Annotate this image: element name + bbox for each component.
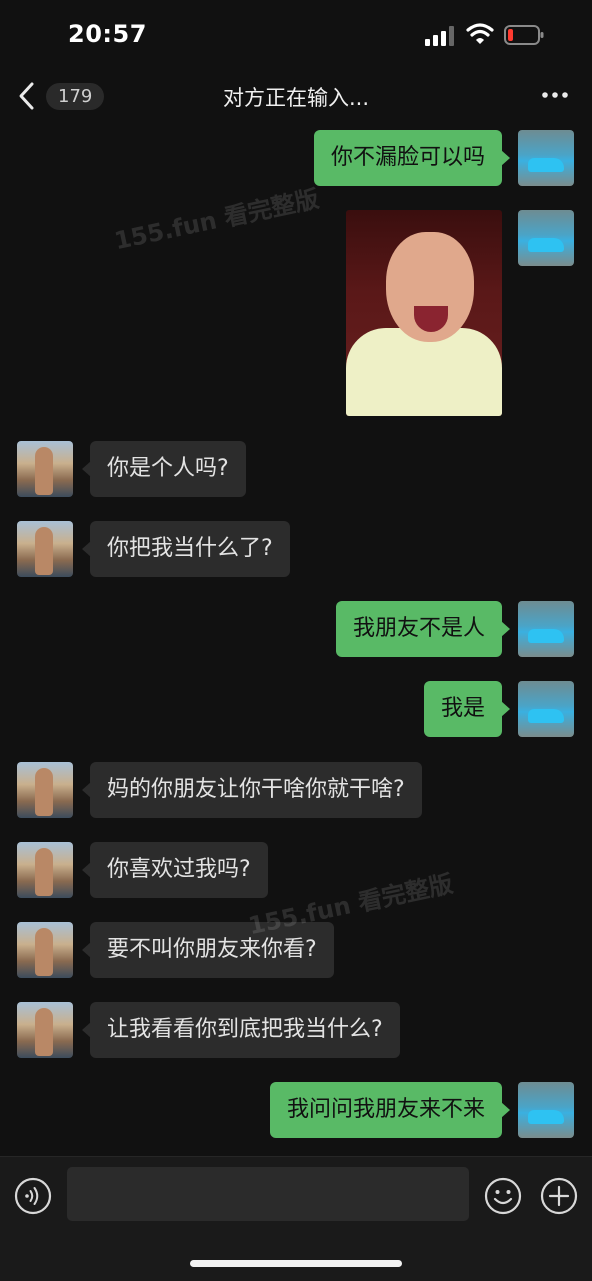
home-indicator[interactable] (190, 1260, 402, 1267)
battery-low-icon (504, 25, 544, 45)
their-message-bubble[interactable]: 让我看看你到底把我当什么? (82, 1002, 400, 1058)
watermark: 155.fun 看完整版 (111, 184, 322, 256)
my-avatar[interactable] (518, 130, 574, 186)
my-avatar[interactable] (518, 1082, 574, 1138)
voice-input-icon[interactable] (14, 1177, 52, 1215)
more-dots-icon[interactable] (540, 83, 570, 107)
cellular-signal-icon (425, 26, 454, 46)
back-button[interactable]: 179 (16, 78, 106, 114)
status-time: 20:57 (68, 20, 147, 48)
my-avatar[interactable] (518, 601, 574, 657)
contact-avatar[interactable] (17, 922, 73, 978)
laughing-baby-sticker[interactable] (346, 210, 502, 416)
chat-header: 179 对方正在输入... (0, 70, 592, 122)
status-bar: 20:57 (0, 0, 592, 70)
unread-count-badge: 179 (46, 82, 105, 110)
chevron-left-icon (19, 82, 34, 110)
contact-avatar[interactable] (17, 842, 73, 898)
plus-circle-icon[interactable] (540, 1177, 578, 1215)
their-message-bubble[interactable]: 你把我当什么了? (82, 521, 290, 577)
contact-avatar[interactable] (17, 1002, 73, 1058)
my-message-bubble[interactable]: 我朋友不是人 (335, 601, 511, 657)
my-message-bubble[interactable]: 我是 (423, 681, 511, 737)
their-message-bubble[interactable]: 你是个人吗? (82, 441, 246, 497)
my-message-bubble[interactable]: 你不漏脸可以吗 (313, 130, 511, 186)
their-message-bubble[interactable]: 妈的你朋友让你干啥你就干啥? (82, 762, 422, 818)
their-message-bubble[interactable]: 你喜欢过我吗? (82, 842, 268, 898)
contact-avatar[interactable] (17, 521, 73, 577)
contact-avatar[interactable] (17, 441, 73, 497)
my-avatar[interactable] (518, 210, 574, 266)
contact-avatar[interactable] (17, 762, 73, 818)
chat-title: 对方正在输入... (222, 86, 370, 110)
watermark: 155.fun 看完整版 (245, 869, 456, 941)
my-avatar[interactable] (518, 681, 574, 737)
my-message-bubble[interactable]: 我问问我朋友来不来 (269, 1082, 511, 1138)
emoji-icon[interactable] (484, 1177, 522, 1215)
wifi-icon (466, 23, 494, 44)
message-input[interactable] (67, 1167, 469, 1221)
